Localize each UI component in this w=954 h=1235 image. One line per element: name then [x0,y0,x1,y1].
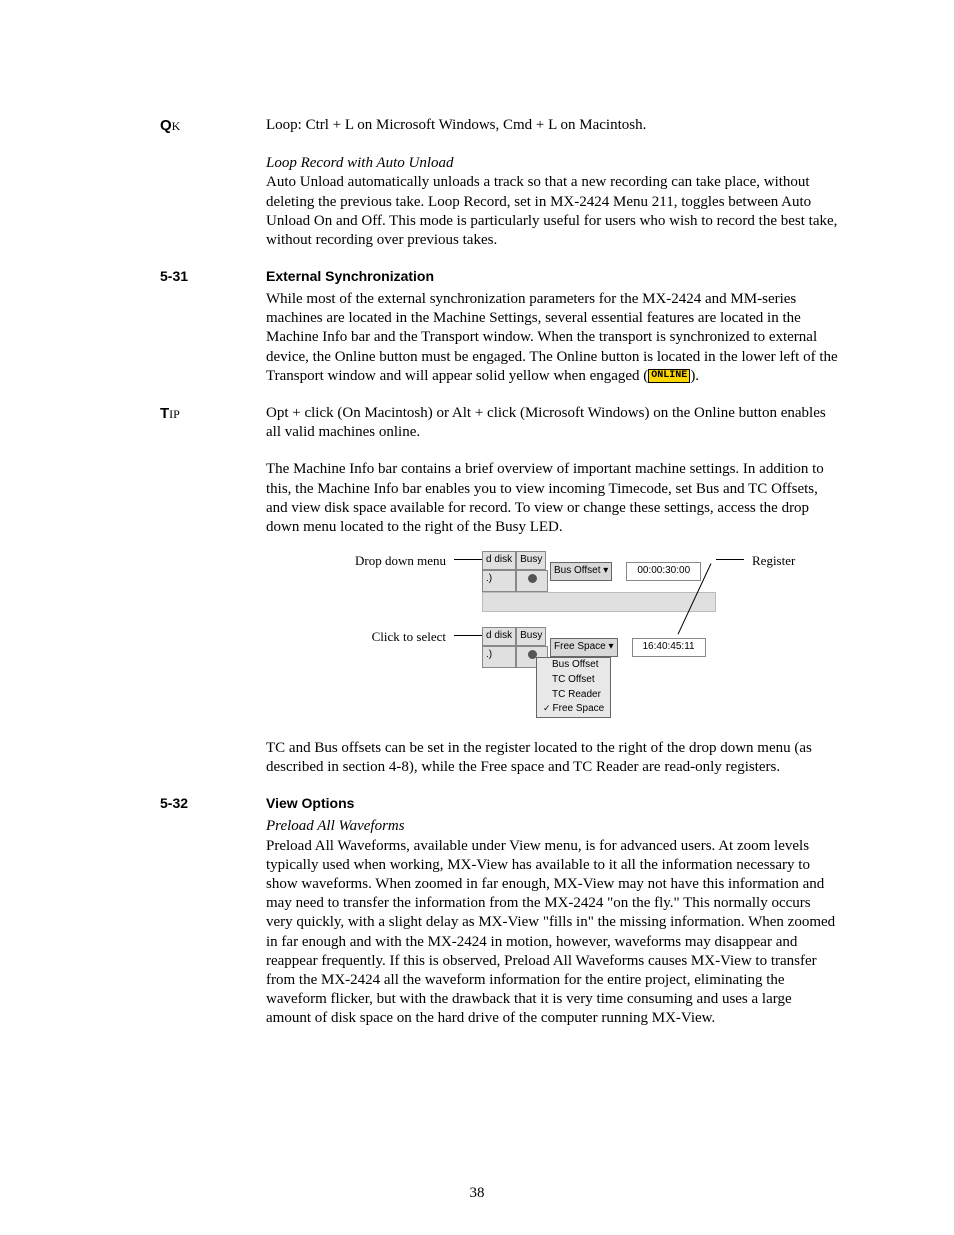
section-5-31-number: 5-31 [160,268,266,286]
register-value-2: 16:40:45:11 [632,638,706,657]
fig-label-dropdown: Drop down menu [266,551,454,570]
busy-led [516,570,548,592]
tip-letter: T [160,405,169,422]
menu-item-free-space[interactable]: Free Space [537,702,610,717]
section-5-32-title: View Options [266,795,840,813]
page-number: 38 [0,1184,954,1203]
busy-led-icon [528,574,537,583]
section-5-31-header: 5-31 External Synchronization [160,268,840,286]
disk-header-2: d disk [482,627,516,646]
section-5-31-body-row: While most of the external synchronizati… [160,290,840,386]
online-badge: ONLINE [648,369,690,383]
machine-info-para-row: The Machine Info bar contains a brief ov… [160,460,840,537]
dropdown-menu-list[interactable]: Bus Offset TC Offset TC Reader Free Spac… [536,657,611,718]
figure-row: Drop down menu d disk Busy .) [160,541,840,735]
sec-531-post: ). [690,368,699,384]
free-space-dropdown[interactable]: Free Space ▾ [550,638,618,657]
sec-531-pre: While most of the external synchronizati… [266,291,838,384]
menu-item-bus-offset[interactable]: Bus Offset [537,658,610,673]
section-5-32-number: 5-32 [160,795,266,813]
fig-label-register: Register [744,551,795,570]
busy-header: Busy [516,551,546,570]
preload-heading: Preload All Waveforms [266,817,840,836]
qk-letter: Q [160,117,172,134]
preload-body: Preload All Waveforms, available under V… [266,837,840,1029]
qk-sub: K [172,119,181,133]
leader-line-icon [716,559,744,560]
machine-info-figure: Drop down menu d disk Busy .) [266,551,840,721]
menu-item-tc-offset[interactable]: TC Offset [537,673,610,688]
section-5-31-body: While most of the external synchronizati… [266,290,840,386]
disk-cell: .) [482,570,516,592]
busy-header-2: Busy [516,627,546,646]
quick-key-label: QK [160,116,266,136]
fig-label-click-select: Click to select [266,627,454,646]
section-5-32-header: 5-32 View Options [160,795,840,813]
leader-line-icon [454,635,482,636]
tip-label: TIP [160,404,266,442]
fig-bar-1: d disk Busy .) Bus Offset ▾ 00:00:30 [482,551,716,612]
disk-header: d disk [482,551,516,570]
qk-text: Loop: Ctrl + L on Microsoft Windows, Cmd… [266,116,840,136]
after-figure-para-row: TC and Bus offsets can be set in the reg… [160,739,840,777]
loop-record-block: Loop Record with Auto Unload Auto Unload… [160,154,840,250]
tip-text: Opt + click (On Macintosh) or Alt + clic… [266,404,840,442]
menu-item-tc-reader[interactable]: TC Reader [537,688,610,703]
quick-key-row: QK Loop: Ctrl + L on Microsoft Windows, … [160,116,840,136]
after-figure-para: TC and Bus offsets can be set in the reg… [266,739,840,777]
fig-bar-1-bg [482,592,716,612]
leader-line-icon [454,559,482,560]
tip-row: TIP Opt + click (On Macintosh) or Alt + … [160,404,840,442]
document-page: QK Loop: Ctrl + L on Microsoft Windows, … [0,0,954,1235]
loop-record-heading: Loop Record with Auto Unload [266,154,840,173]
disk-cell-2: .) [482,646,516,668]
tip-sub: IP [169,407,180,421]
section-5-31-title: External Synchronization [266,268,840,286]
register-value-1: 00:00:30:00 [626,562,701,581]
preload-block: Preload All Waveforms Preload All Wavefo… [160,817,840,1028]
bus-offset-dropdown[interactable]: Bus Offset ▾ [550,562,612,581]
machine-info-para: The Machine Info bar contains a brief ov… [266,460,840,537]
loop-record-body: Auto Unload automatically unloads a trac… [266,173,840,250]
